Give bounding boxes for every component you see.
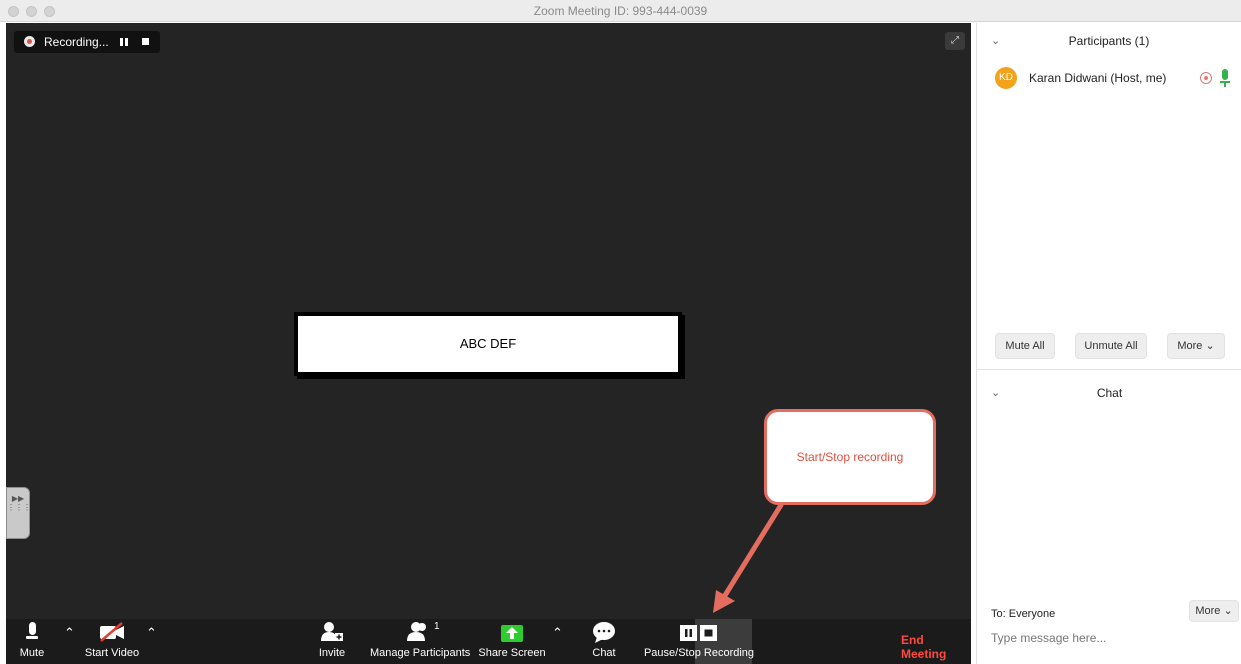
video-options-chevron-icon[interactable]: ⌃ xyxy=(146,625,157,641)
chat-label: Chat xyxy=(592,647,616,659)
pause-stop-icon xyxy=(680,625,717,641)
collapse-chat-chevron-icon[interactable]: ⌄ xyxy=(991,375,1000,411)
participants-icon xyxy=(407,622,426,641)
share-screen-label: Share Screen xyxy=(478,647,546,659)
share-screen-button[interactable]: Share Screen xyxy=(478,619,546,664)
manage-participants-label: Manage Participants xyxy=(370,647,471,659)
invite-button[interactable]: Invite xyxy=(312,619,352,664)
mute-button[interactable]: Mute xyxy=(12,619,52,664)
chat-title: Chat xyxy=(1096,386,1123,400)
microphone-icon xyxy=(26,622,38,639)
chat-header: ⌄ Chat xyxy=(977,375,1241,411)
share-options-chevron-icon[interactable]: ⌃ xyxy=(552,625,563,641)
meeting-toolbar: Mute ⌃ Start Video ⌃ Invite 1 Manage Par… xyxy=(6,619,971,664)
chat-button[interactable]: Chat xyxy=(586,619,622,664)
participants-count-badge: 1 xyxy=(434,621,440,632)
participant-row[interactable]: KD Karan Didwani (Host, me) xyxy=(995,67,1235,91)
panel-divider xyxy=(977,369,1241,370)
share-screen-icon xyxy=(501,625,523,642)
pause-stop-recording-button[interactable]: Pause/Stop Recording xyxy=(642,619,756,664)
chat-recipient-selector[interactable]: To: Everyone xyxy=(991,608,1055,620)
chat-message-input[interactable] xyxy=(991,627,1231,649)
chat-more-label: More xyxy=(1195,605,1221,617)
chevron-down-icon: ⌄ xyxy=(1223,605,1233,617)
window-title: Zoom Meeting ID: 993-444-0039 xyxy=(533,4,708,18)
more-label: More xyxy=(1177,340,1203,352)
manage-participants-button[interactable]: 1 Manage Participants xyxy=(370,619,470,664)
invite-icon xyxy=(321,622,343,641)
invite-label: Invite xyxy=(318,647,346,659)
chat-more-button[interactable]: More ⌄ xyxy=(1189,600,1239,622)
chevron-down-icon: ⌄ xyxy=(1205,340,1215,352)
microphone-icon[interactable] xyxy=(1219,68,1231,88)
start-video-button[interactable]: Start Video xyxy=(78,619,146,664)
participants-more-button[interactable]: More ⌄ xyxy=(1167,333,1225,359)
mute-all-button[interactable]: Mute All xyxy=(995,333,1055,359)
pause-stop-recording-label: Pause/Stop Recording xyxy=(643,647,755,659)
unmute-all-button[interactable]: Unmute All xyxy=(1075,333,1147,359)
annotation-arrow-icon xyxy=(713,502,784,613)
start-video-label: Start Video xyxy=(84,647,140,659)
participant-name: Karan Didwani (Host, me) xyxy=(1029,71,1167,85)
chat-icon xyxy=(593,622,615,643)
participants-title: Participants (1) xyxy=(1068,34,1150,48)
participants-header: ⌄ Participants (1) xyxy=(977,23,1241,59)
avatar: KD xyxy=(995,67,1017,89)
collapse-participants-chevron-icon[interactable]: ⌄ xyxy=(991,23,1000,59)
mute-label: Mute xyxy=(19,647,45,659)
right-panel: ⌄ Participants (1) KD Karan Didwani (Hos… xyxy=(976,23,1241,664)
end-meeting-button[interactable]: End Meeting xyxy=(901,633,971,661)
audio-options-chevron-icon[interactable]: ⌃ xyxy=(64,625,75,641)
video-off-icon xyxy=(100,622,124,642)
video-area: Recording... ⤢ ABC DEF ▶▶ ⋮⋮⋮ Start/Stop… xyxy=(6,23,971,619)
recording-status-icon xyxy=(1200,72,1212,84)
title-bar: Zoom Meeting ID: 993-444-0039 xyxy=(0,0,1241,22)
